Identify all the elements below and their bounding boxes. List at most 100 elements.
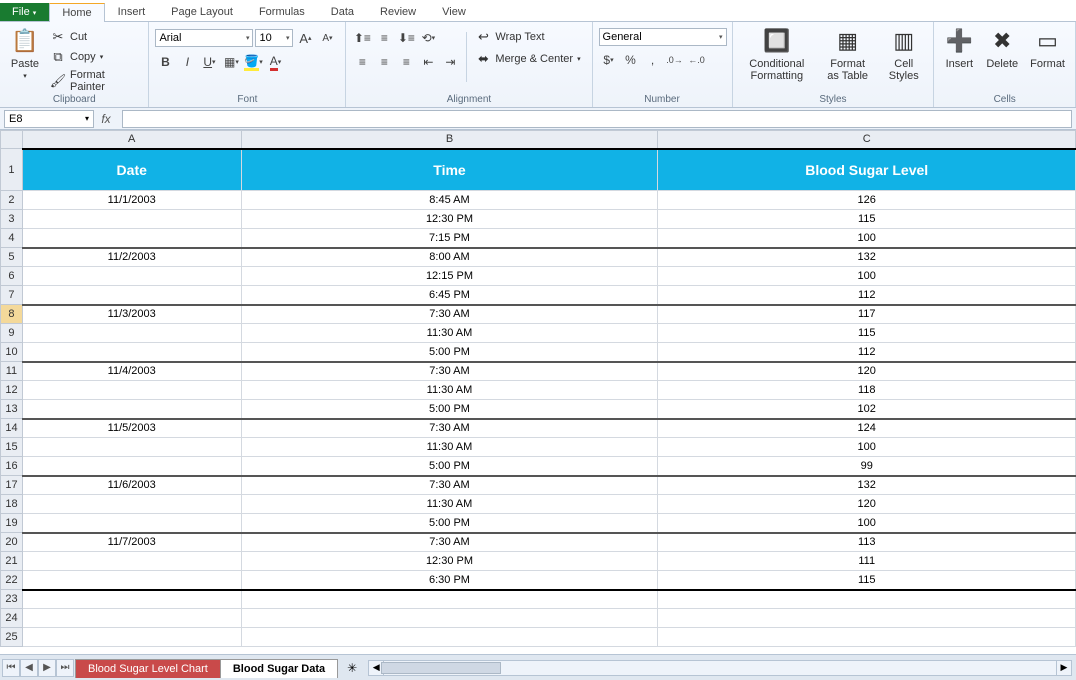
percent-button[interactable]: % [621,50,641,70]
cell-A20[interactable]: 11/7/2003 [22,533,241,552]
cut-button[interactable]: ✂Cut [48,28,142,46]
rowhdr-20[interactable]: 20 [1,533,23,552]
cell-C23[interactable] [658,590,1076,609]
cell-A3[interactable] [22,210,241,229]
cell-C18[interactable]: 120 [658,495,1076,514]
cell-A5[interactable]: 11/2/2003 [22,248,241,267]
rowhdr-11[interactable]: 11 [1,362,23,381]
cell-A12[interactable] [22,381,241,400]
rowhdr-25[interactable]: 25 [1,628,23,647]
cell-C5[interactable]: 132 [658,248,1076,267]
cell-C9[interactable]: 115 [658,324,1076,343]
cell-B11[interactable]: 7:30 AM [241,362,658,381]
cell-B8[interactable]: 7:30 AM [241,305,658,324]
format-as-table-button[interactable]: ▦Format as Table [819,24,876,84]
cell-A24[interactable] [22,609,241,628]
sheet-nav-last[interactable]: ⏭ [56,659,74,677]
underline-button[interactable]: U▾ [199,52,219,72]
align-middle-button[interactable]: ≡ [374,28,394,48]
rowhdr-24[interactable]: 24 [1,609,23,628]
cell-B22[interactable]: 6:30 PM [241,571,658,590]
cell-B13[interactable]: 5:00 PM [241,400,658,419]
cell-C25[interactable] [658,628,1076,647]
rowhdr-12[interactable]: 12 [1,381,23,400]
cell-A19[interactable] [22,514,241,533]
cell-A25[interactable] [22,628,241,647]
cell-B7[interactable]: 6:45 PM [241,286,658,305]
colhdr-A[interactable]: A [22,131,241,149]
cell-B2[interactable]: 8:45 AM [241,191,658,210]
cell-C15[interactable]: 100 [658,438,1076,457]
rowhdr-1[interactable]: 1 [1,149,23,191]
rowhdr-2[interactable]: 2 [1,191,23,210]
align-bottom-button[interactable]: ⬇≡ [396,28,416,48]
cell-C2[interactable]: 126 [658,191,1076,210]
font-color-button[interactable]: A▾ [265,52,285,72]
cell-A8[interactable]: 11/3/2003 [22,305,241,324]
rowhdr-10[interactable]: 10 [1,343,23,362]
cell-C22[interactable]: 115 [658,571,1076,590]
cell-C16[interactable]: 99 [658,457,1076,476]
font-name-combo[interactable]: Arial▾ [155,29,253,47]
cell-C14[interactable]: 124 [658,419,1076,438]
cell-A11[interactable]: 11/4/2003 [22,362,241,381]
fill-color-button[interactable]: 🪣▾ [243,52,263,72]
tab-data[interactable]: Data [318,2,367,21]
cell-C3[interactable]: 115 [658,210,1076,229]
decrease-font-button[interactable]: A▾ [317,28,337,48]
cell-A23[interactable] [22,590,241,609]
cell-C7[interactable]: 112 [658,286,1076,305]
rowhdr-7[interactable]: 7 [1,286,23,305]
cell-B10[interactable]: 5:00 PM [241,343,658,362]
sheet-nav-prev[interactable]: ◀ [20,659,38,677]
tab-insert[interactable]: Insert [105,2,159,21]
cell-A13[interactable] [22,400,241,419]
align-top-button[interactable]: ⬆≡ [352,28,372,48]
cell-B4[interactable]: 7:15 PM [241,229,658,248]
cell-C24[interactable] [658,609,1076,628]
cell-A15[interactable] [22,438,241,457]
name-box[interactable]: E8▾ [4,110,94,128]
tab-formulas[interactable]: Formulas [246,2,318,21]
increase-decimal-button[interactable]: .0→ [665,50,685,70]
grid[interactable]: A B C 1DateTimeBlood Sugar Level211/1/20… [0,130,1076,654]
rowhdr-6[interactable]: 6 [1,267,23,286]
cell-B12[interactable]: 11:30 AM [241,381,658,400]
new-sheet-button[interactable]: ✳ [340,659,364,677]
cell-B5[interactable]: 8:00 AM [241,248,658,267]
cell-C19[interactable]: 100 [658,514,1076,533]
increase-font-button[interactable]: A▴ [295,28,315,48]
rowhdr-18[interactable]: 18 [1,495,23,514]
accounting-button[interactable]: $▾ [599,50,619,70]
cell-B16[interactable]: 5:00 PM [241,457,658,476]
cell-C4[interactable]: 100 [658,229,1076,248]
sheet-tab-data[interactable]: Blood Sugar Data [220,659,338,678]
file-tab[interactable]: File ▾ [0,3,49,21]
increase-indent-button[interactable]: ⇥ [440,52,460,72]
sheet-nav-next[interactable]: ▶ [38,659,56,677]
tab-page-layout[interactable]: Page Layout [158,2,246,21]
cell-B9[interactable]: 11:30 AM [241,324,658,343]
tab-view[interactable]: View [429,2,479,21]
cell-A4[interactable] [22,229,241,248]
rowhdr-9[interactable]: 9 [1,324,23,343]
cell-C8[interactable]: 117 [658,305,1076,324]
cell-B20[interactable]: 7:30 AM [241,533,658,552]
horizontal-scrollbar[interactable]: ◀ ▶ [368,660,1072,676]
cell-C6[interactable]: 100 [658,267,1076,286]
comma-button[interactable]: , [643,50,663,70]
cell-B14[interactable]: 7:30 AM [241,419,658,438]
cell-A22[interactable] [22,571,241,590]
rowhdr-3[interactable]: 3 [1,210,23,229]
rowhdr-8[interactable]: 8 [1,305,23,324]
cell-A18[interactable] [22,495,241,514]
decrease-indent-button[interactable]: ⇤ [418,52,438,72]
cell-styles-button[interactable]: ▥Cell Styles [880,24,927,84]
orientation-button[interactable]: ⟲▾ [418,28,438,48]
cell-B17[interactable]: 7:30 AM [241,476,658,495]
colhdr-B[interactable]: B [241,131,658,149]
tab-home[interactable]: Home [49,3,104,22]
select-all-corner[interactable] [1,131,23,149]
header-cell-A[interactable]: Date [22,149,241,191]
cell-B19[interactable]: 5:00 PM [241,514,658,533]
